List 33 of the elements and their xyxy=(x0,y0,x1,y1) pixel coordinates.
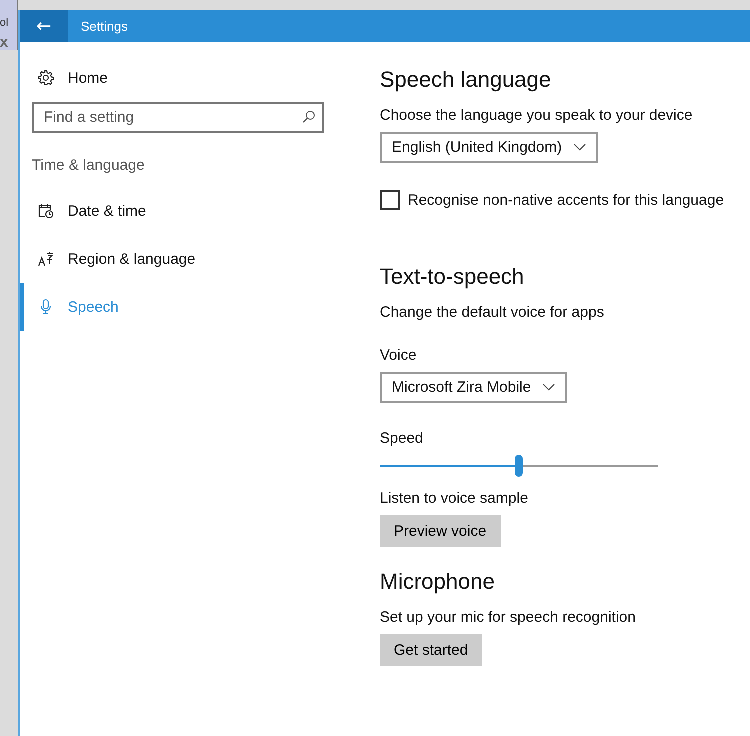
language-icon xyxy=(38,251,54,267)
section-heading: Microphone xyxy=(380,569,495,595)
checkbox[interactable] xyxy=(380,190,400,210)
checkbox-label: Recognise non-native accents for this language xyxy=(408,192,724,208)
section-heading: Text-to-speech xyxy=(380,264,524,290)
search-icon xyxy=(302,110,316,124)
group-label: Time & language xyxy=(31,156,146,176)
slider-thumb[interactable] xyxy=(515,455,523,477)
action-button[interactable]: Get started xyxy=(380,634,482,666)
field-label: Choose the language you speak to your device xyxy=(380,107,693,125)
action-button[interactable]: Preview voice xyxy=(380,515,501,547)
field-label: Set up your mic for speech recognition xyxy=(380,609,636,627)
dropdown[interactable]: English (United Kingdom) xyxy=(380,132,598,163)
home-nav-item[interactable]: Home xyxy=(20,66,360,90)
description-text: Change the default voice for apps xyxy=(380,304,604,322)
chevron-down-icon xyxy=(543,384,556,391)
calendar-clock-icon xyxy=(38,203,54,219)
nav-item[interactable]: Date & time xyxy=(20,187,360,235)
gear-icon xyxy=(38,70,54,86)
field-label: Voice xyxy=(380,347,417,365)
back-button[interactable]: ← xyxy=(20,10,68,42)
dropdown[interactable]: Microsoft Zira Mobile xyxy=(380,372,568,403)
chevron-down-icon xyxy=(574,144,586,151)
background-tab-text: ol xyxy=(0,16,10,31)
nav-item[interactable]: Region & language xyxy=(20,235,360,283)
microphone-icon xyxy=(38,299,54,315)
section-heading: Speech language xyxy=(380,67,552,93)
nav-item[interactable]: Speech xyxy=(20,283,360,331)
field-label: Listen to voice sample xyxy=(380,490,528,508)
close-icon[interactable]: x xyxy=(0,34,17,52)
slider-label: Speed xyxy=(380,430,424,448)
search-field[interactable]: Find a setting xyxy=(32,102,324,133)
window-title: Settings xyxy=(81,18,128,34)
